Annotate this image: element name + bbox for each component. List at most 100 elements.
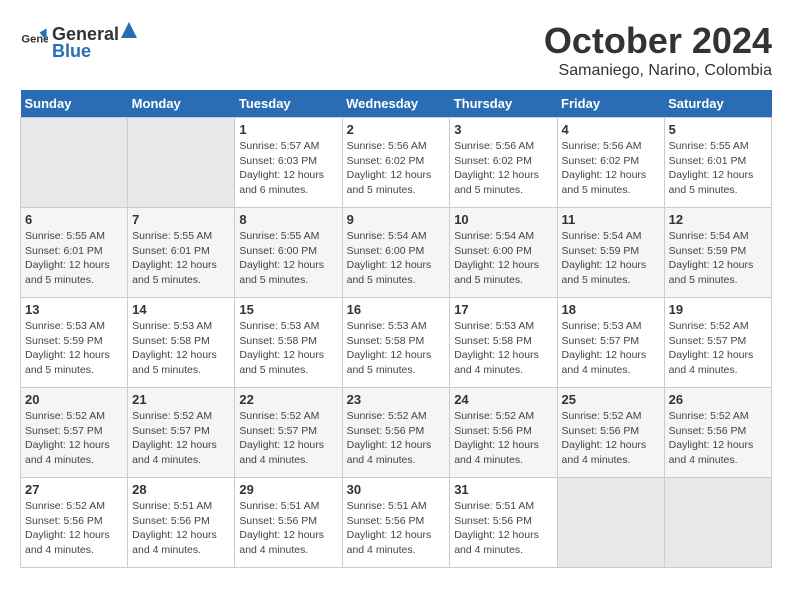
day-number: 5 [669, 122, 767, 137]
day-number: 21 [132, 392, 230, 407]
weekday-header-monday: Monday [128, 90, 235, 118]
calendar-cell: 23 Sunrise: 5:52 AMSunset: 5:56 PMDaylig… [342, 388, 450, 478]
cell-info: Sunrise: 5:52 AMSunset: 5:56 PMDaylight:… [25, 500, 110, 556]
cell-info: Sunrise: 5:51 AMSunset: 5:56 PMDaylight:… [454, 500, 539, 556]
day-number: 28 [132, 482, 230, 497]
logo: General General Blue [20, 20, 139, 62]
calendar-cell: 11 Sunrise: 5:54 AMSunset: 5:59 PMDaylig… [557, 208, 664, 298]
calendar-cell: 12 Sunrise: 5:54 AMSunset: 5:59 PMDaylig… [664, 208, 771, 298]
weekday-header-friday: Friday [557, 90, 664, 118]
calendar-cell: 10 Sunrise: 5:54 AMSunset: 6:00 PMDaylig… [450, 208, 557, 298]
calendar-cell: 8 Sunrise: 5:55 AMSunset: 6:00 PMDayligh… [235, 208, 342, 298]
day-number: 23 [347, 392, 446, 407]
calendar-cell [664, 478, 771, 568]
cell-info: Sunrise: 5:56 AMSunset: 6:02 PMDaylight:… [562, 140, 647, 196]
cell-info: Sunrise: 5:52 AMSunset: 5:56 PMDaylight:… [347, 410, 432, 466]
calendar-cell: 2 Sunrise: 5:56 AMSunset: 6:02 PMDayligh… [342, 118, 450, 208]
day-number: 12 [669, 212, 767, 227]
weekday-header-wednesday: Wednesday [342, 90, 450, 118]
day-number: 3 [454, 122, 552, 137]
calendar-cell: 20 Sunrise: 5:52 AMSunset: 5:57 PMDaylig… [21, 388, 128, 478]
calendar-cell: 19 Sunrise: 5:52 AMSunset: 5:57 PMDaylig… [664, 298, 771, 388]
calendar-cell: 27 Sunrise: 5:52 AMSunset: 5:56 PMDaylig… [21, 478, 128, 568]
calendar-cell: 29 Sunrise: 5:51 AMSunset: 5:56 PMDaylig… [235, 478, 342, 568]
cell-info: Sunrise: 5:52 AMSunset: 5:56 PMDaylight:… [669, 410, 754, 466]
month-title: October 2024 [544, 20, 772, 62]
calendar-cell: 6 Sunrise: 5:55 AMSunset: 6:01 PMDayligh… [21, 208, 128, 298]
calendar-cell: 13 Sunrise: 5:53 AMSunset: 5:59 PMDaylig… [21, 298, 128, 388]
calendar-week-row: 6 Sunrise: 5:55 AMSunset: 6:01 PMDayligh… [21, 208, 772, 298]
calendar-week-row: 20 Sunrise: 5:52 AMSunset: 5:57 PMDaylig… [21, 388, 772, 478]
day-number: 8 [239, 212, 337, 227]
day-number: 2 [347, 122, 446, 137]
day-number: 30 [347, 482, 446, 497]
calendar-cell: 16 Sunrise: 5:53 AMSunset: 5:58 PMDaylig… [342, 298, 450, 388]
cell-info: Sunrise: 5:54 AMSunset: 5:59 PMDaylight:… [669, 230, 754, 286]
cell-info: Sunrise: 5:53 AMSunset: 5:58 PMDaylight:… [347, 320, 432, 376]
weekday-header-saturday: Saturday [664, 90, 771, 118]
calendar-week-row: 1 Sunrise: 5:57 AMSunset: 6:03 PMDayligh… [21, 118, 772, 208]
cell-info: Sunrise: 5:52 AMSunset: 5:56 PMDaylight:… [562, 410, 647, 466]
calendar-cell: 1 Sunrise: 5:57 AMSunset: 6:03 PMDayligh… [235, 118, 342, 208]
cell-info: Sunrise: 5:57 AMSunset: 6:03 PMDaylight:… [239, 140, 324, 196]
calendar-cell: 30 Sunrise: 5:51 AMSunset: 5:56 PMDaylig… [342, 478, 450, 568]
day-number: 6 [25, 212, 123, 227]
day-number: 10 [454, 212, 552, 227]
day-number: 20 [25, 392, 123, 407]
calendar-cell: 3 Sunrise: 5:56 AMSunset: 6:02 PMDayligh… [450, 118, 557, 208]
cell-info: Sunrise: 5:55 AMSunset: 6:01 PMDaylight:… [25, 230, 110, 286]
day-number: 26 [669, 392, 767, 407]
calendar-cell: 14 Sunrise: 5:53 AMSunset: 5:58 PMDaylig… [128, 298, 235, 388]
calendar-cell: 9 Sunrise: 5:54 AMSunset: 6:00 PMDayligh… [342, 208, 450, 298]
calendar-cell: 15 Sunrise: 5:53 AMSunset: 5:58 PMDaylig… [235, 298, 342, 388]
cell-info: Sunrise: 5:55 AMSunset: 6:01 PMDaylight:… [132, 230, 217, 286]
cell-info: Sunrise: 5:55 AMSunset: 6:01 PMDaylight:… [669, 140, 754, 196]
page-header: General General Blue October 2024 Samani… [20, 20, 772, 80]
cell-info: Sunrise: 5:52 AMSunset: 5:57 PMDaylight:… [132, 410, 217, 466]
cell-info: Sunrise: 5:51 AMSunset: 5:56 PMDaylight:… [132, 500, 217, 556]
calendar-cell: 17 Sunrise: 5:53 AMSunset: 5:58 PMDaylig… [450, 298, 557, 388]
cell-info: Sunrise: 5:53 AMSunset: 5:57 PMDaylight:… [562, 320, 647, 376]
calendar-cell: 22 Sunrise: 5:52 AMSunset: 5:57 PMDaylig… [235, 388, 342, 478]
day-number: 9 [347, 212, 446, 227]
calendar-cell: 5 Sunrise: 5:55 AMSunset: 6:01 PMDayligh… [664, 118, 771, 208]
day-number: 24 [454, 392, 552, 407]
day-number: 11 [562, 212, 660, 227]
day-number: 1 [239, 122, 337, 137]
calendar-cell [128, 118, 235, 208]
calendar-cell: 25 Sunrise: 5:52 AMSunset: 5:56 PMDaylig… [557, 388, 664, 478]
calendar-cell: 24 Sunrise: 5:52 AMSunset: 5:56 PMDaylig… [450, 388, 557, 478]
calendar-cell: 18 Sunrise: 5:53 AMSunset: 5:57 PMDaylig… [557, 298, 664, 388]
cell-info: Sunrise: 5:53 AMSunset: 5:58 PMDaylight:… [132, 320, 217, 376]
calendar-cell: 28 Sunrise: 5:51 AMSunset: 5:56 PMDaylig… [128, 478, 235, 568]
day-number: 22 [239, 392, 337, 407]
calendar-cell [21, 118, 128, 208]
cell-info: Sunrise: 5:55 AMSunset: 6:00 PMDaylight:… [239, 230, 324, 286]
day-number: 4 [562, 122, 660, 137]
calendar-cell: 31 Sunrise: 5:51 AMSunset: 5:56 PMDaylig… [450, 478, 557, 568]
cell-info: Sunrise: 5:52 AMSunset: 5:56 PMDaylight:… [454, 410, 539, 466]
day-number: 15 [239, 302, 337, 317]
cell-info: Sunrise: 5:54 AMSunset: 6:00 PMDaylight:… [454, 230, 539, 286]
day-number: 31 [454, 482, 552, 497]
day-number: 7 [132, 212, 230, 227]
cell-info: Sunrise: 5:54 AMSunset: 6:00 PMDaylight:… [347, 230, 432, 286]
calendar-cell: 21 Sunrise: 5:52 AMSunset: 5:57 PMDaylig… [128, 388, 235, 478]
cell-info: Sunrise: 5:51 AMSunset: 5:56 PMDaylight:… [239, 500, 324, 556]
day-number: 25 [562, 392, 660, 407]
calendar-week-row: 27 Sunrise: 5:52 AMSunset: 5:56 PMDaylig… [21, 478, 772, 568]
weekday-header-thursday: Thursday [450, 90, 557, 118]
day-number: 29 [239, 482, 337, 497]
title-section: October 2024 Samaniego, Narino, Colombia [544, 20, 772, 80]
weekday-header-sunday: Sunday [21, 90, 128, 118]
calendar-cell: 7 Sunrise: 5:55 AMSunset: 6:01 PMDayligh… [128, 208, 235, 298]
cell-info: Sunrise: 5:52 AMSunset: 5:57 PMDaylight:… [669, 320, 754, 376]
calendar-cell: 26 Sunrise: 5:52 AMSunset: 5:56 PMDaylig… [664, 388, 771, 478]
cell-info: Sunrise: 5:52 AMSunset: 5:57 PMDaylight:… [25, 410, 110, 466]
cell-info: Sunrise: 5:56 AMSunset: 6:02 PMDaylight:… [454, 140, 539, 196]
weekday-header-tuesday: Tuesday [235, 90, 342, 118]
weekday-header-row: SundayMondayTuesdayWednesdayThursdayFrid… [21, 90, 772, 118]
logo-arrow-icon [119, 20, 139, 40]
logo-icon: General [20, 27, 48, 55]
cell-info: Sunrise: 5:54 AMSunset: 5:59 PMDaylight:… [562, 230, 647, 286]
